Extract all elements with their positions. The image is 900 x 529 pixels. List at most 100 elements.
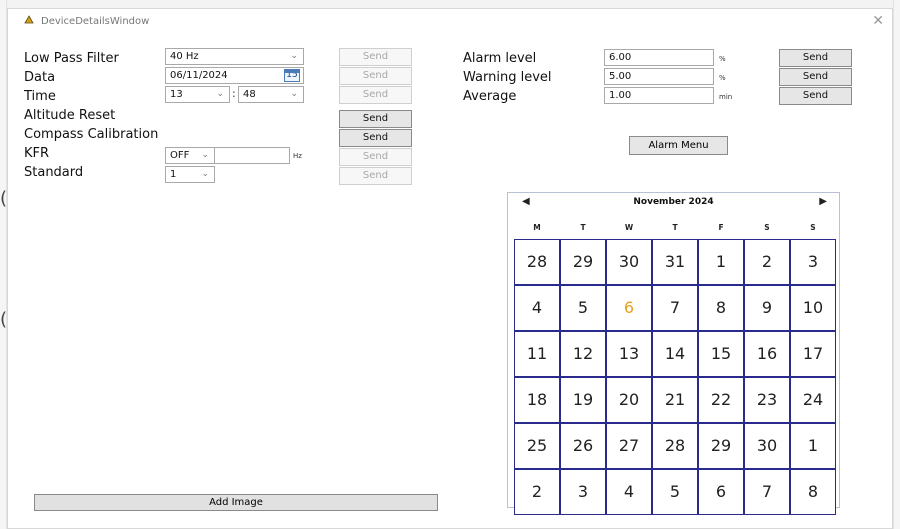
warning-level-label: Warning level: [463, 70, 552, 85]
calendar-day[interactable]: 18: [514, 377, 560, 423]
calendar-day[interactable]: 29: [560, 239, 606, 285]
calendar-day[interactable]: 5: [560, 285, 606, 331]
calendar-day[interactable]: 30: [606, 239, 652, 285]
data-send-button[interactable]: Send: [339, 67, 412, 85]
alarm-level-value: 6.00: [609, 52, 632, 63]
alarm-level-label: Alarm level: [463, 51, 537, 66]
calendar-day[interactable]: 12: [560, 331, 606, 377]
calendar-day[interactable]: 27: [606, 423, 652, 469]
calendar-day[interactable]: 16: [744, 331, 790, 377]
date-picker[interactable]: 06/11/2024 15: [165, 67, 304, 84]
calendar-day[interactable]: 1: [790, 423, 836, 469]
calendar-day[interactable]: 3: [560, 469, 606, 515]
standard-select[interactable]: 1 ⌄: [165, 166, 215, 183]
alarm-level-send-button[interactable]: Send: [779, 49, 852, 67]
calendar-day[interactable]: 6: [606, 285, 652, 331]
average-value: 1.00: [609, 90, 632, 101]
average-send-button[interactable]: Send: [779, 87, 852, 105]
calendar-day[interactable]: 1: [698, 239, 744, 285]
warning-level-input[interactable]: 5.00: [604, 68, 714, 85]
average-unit: min: [719, 93, 733, 101]
calendar-day[interactable]: 2: [514, 469, 560, 515]
calendar-day[interactable]: 28: [652, 423, 698, 469]
background-left-edge: [0, 0, 7, 529]
kfr-select[interactable]: OFF ⌄: [165, 147, 215, 164]
title-bar: DeviceDetailsWindow ✕: [8, 9, 892, 35]
alarm-menu-button[interactable]: Alarm Menu: [629, 136, 728, 155]
calendar: ◀ November 2024 ▶ MTWTFSS 28 29 30 31 1 2 3 4 5 6…: [507, 192, 840, 515]
time-label: Time: [24, 89, 56, 104]
date-value: 06/11/2024: [170, 70, 228, 81]
calendar-day[interactable]: 4: [606, 469, 652, 515]
calendar-day[interactable]: 26: [560, 423, 606, 469]
calendar-day[interactable]: 8: [698, 285, 744, 331]
calendar-day[interactable]: 3: [790, 239, 836, 285]
average-label: Average: [463, 89, 517, 104]
kfr-label: KFR: [24, 146, 50, 161]
calendar-day[interactable]: 21: [652, 377, 698, 423]
alarm-level-unit: %: [719, 55, 726, 63]
chevron-down-icon: ⌄: [216, 89, 224, 99]
weekday-label: T: [580, 223, 586, 232]
calendar-day[interactable]: 4: [514, 285, 560, 331]
calendar-day[interactable]: 14: [652, 331, 698, 377]
calendar-day[interactable]: 29: [698, 423, 744, 469]
app-icon: [24, 15, 34, 24]
add-image-button[interactable]: Add Image: [34, 494, 438, 511]
calendar-day[interactable]: 8: [790, 469, 836, 515]
calendar-day[interactable]: 2: [744, 239, 790, 285]
calendar-day[interactable]: 9: [744, 285, 790, 331]
hour-select[interactable]: 13 ⌄: [165, 86, 230, 103]
calendar-day[interactable]: 28: [514, 239, 560, 285]
calendar-day[interactable]: 19: [560, 377, 606, 423]
time-separator: :: [232, 87, 236, 100]
calendar-day[interactable]: 25: [514, 423, 560, 469]
standard-send-button[interactable]: Send: [339, 167, 412, 185]
weekday-label: T: [672, 223, 678, 232]
close-icon[interactable]: ✕: [872, 13, 884, 29]
calendar-day[interactable]: 13: [606, 331, 652, 377]
altitude-reset-send-button[interactable]: Send: [339, 110, 412, 128]
low-pass-filter-label: Low Pass Filter: [24, 51, 119, 66]
calendar-day[interactable]: 23: [744, 377, 790, 423]
weekday-label: W: [624, 223, 634, 232]
chevron-down-icon: ⌄: [201, 150, 209, 160]
calendar-day[interactable]: 24: [790, 377, 836, 423]
altitude-reset-label: Altitude Reset: [24, 108, 116, 123]
compass-calibration-label: Compass Calibration: [24, 127, 159, 142]
calendar-day[interactable]: 7: [744, 469, 790, 515]
low-pass-filter-value: 40 Hz: [170, 51, 199, 62]
time-send-button[interactable]: Send: [339, 86, 412, 104]
next-month-icon[interactable]: ▶: [819, 196, 827, 207]
calendar-day[interactable]: 31: [652, 239, 698, 285]
kfr-hz-input[interactable]: [214, 147, 290, 164]
alarm-level-input[interactable]: 6.00: [604, 49, 714, 66]
calendar-day[interactable]: 7: [652, 285, 698, 331]
compass-calibration-send-button[interactable]: Send: [339, 129, 412, 147]
calendar-icon[interactable]: 15: [284, 69, 300, 82]
low-pass-send-button[interactable]: Send: [339, 48, 412, 66]
minute-select[interactable]: 48 ⌄: [238, 86, 304, 103]
calendar-day[interactable]: 20: [606, 377, 652, 423]
calendar-day[interactable]: 22: [698, 377, 744, 423]
calendar-day[interactable]: 5: [652, 469, 698, 515]
average-input[interactable]: 1.00: [604, 87, 714, 104]
warning-level-send-button[interactable]: Send: [779, 68, 852, 86]
calendar-day[interactable]: 10: [790, 285, 836, 331]
standard-value: 1: [170, 169, 177, 180]
background-app-strip: [0, 0, 900, 8]
kfr-send-button[interactable]: Send: [339, 148, 412, 166]
kfr-unit-label: Hz: [293, 152, 302, 160]
calendar-day[interactable]: 30: [744, 423, 790, 469]
low-pass-filter-select[interactable]: 40 Hz ⌄: [165, 48, 304, 65]
hour-value: 13: [170, 89, 183, 100]
calendar-header: ◀ November 2024 ▶: [508, 193, 839, 213]
warning-level-value: 5.00: [609, 71, 632, 82]
device-details-window: DeviceDetailsWindow ✕ Low Pass Filter Da…: [7, 8, 893, 529]
calendar-day[interactable]: 11: [514, 331, 560, 377]
calendar-day[interactable]: 17: [790, 331, 836, 377]
weekday-label: F: [718, 223, 724, 232]
calendar-month-title[interactable]: November 2024: [508, 197, 839, 207]
calendar-day[interactable]: 6: [698, 469, 744, 515]
calendar-day[interactable]: 15: [698, 331, 744, 377]
